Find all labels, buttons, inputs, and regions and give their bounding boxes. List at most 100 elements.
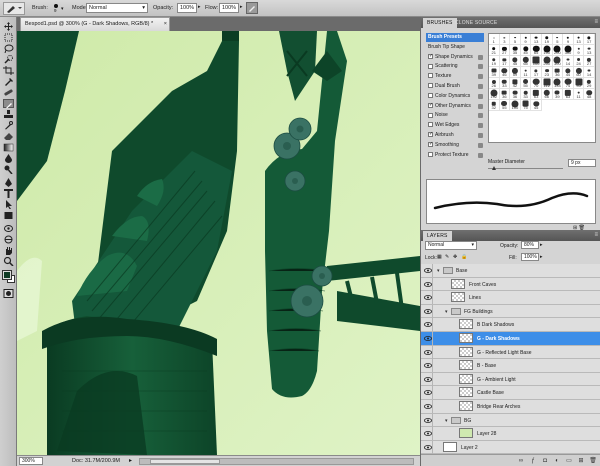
opacity-slider-arrow-icon[interactable]: ▸ — [198, 4, 201, 10]
mode-select[interactable]: Normal ▾ — [86, 3, 148, 13]
brush-setting-item[interactable]: Brush Presets — [426, 33, 484, 43]
zoom-tool[interactable] — [3, 257, 14, 266]
layer-group-row[interactable]: ▾ Base — [421, 264, 600, 278]
brush-preset-cell[interactable]: 17 — [584, 34, 595, 45]
brush-preset-cell[interactable]: 65 — [520, 56, 532, 67]
history-brush-tool[interactable] — [3, 121, 14, 130]
document-tab[interactable]: Bespod1.psd @ 300% (G - Dark Shadows, RG… — [20, 17, 170, 31]
panel-menu-icon[interactable]: ≡ — [594, 19, 598, 25]
pen-tool[interactable] — [3, 178, 14, 187]
brush-setting-item[interactable]: Brush Tip Shape — [426, 43, 484, 52]
new-layer-icon[interactable]: ⊞ — [577, 457, 585, 465]
brush-preset-cell[interactable]: 9 — [573, 45, 585, 56]
brush-preset-cell[interactable]: 3 — [499, 34, 511, 45]
brush-setting-item[interactable]: ✓ Shape Dynamics — [426, 53, 484, 62]
brush-preset-cell[interactable]: 44 — [563, 67, 574, 78]
blur-tool[interactable] — [3, 154, 14, 163]
lock-icon[interactable] — [478, 84, 483, 89]
layer-row[interactable]: Castle Base — [421, 386, 600, 400]
brush-preset-cell[interactable]: 11 — [573, 89, 585, 100]
hand-tool[interactable] — [3, 246, 14, 255]
brush-preset-cell[interactable]: 9 — [563, 34, 574, 45]
scrollbar-thumb[interactable] — [150, 459, 220, 464]
flow-field[interactable]: 100% — [219, 3, 239, 13]
layer-row[interactable]: Lines — [421, 291, 600, 305]
tab-layers[interactable]: LAYERS — [423, 231, 452, 241]
layer-group-row[interactable]: ▾ BG — [421, 413, 600, 428]
close-icon[interactable]: × — [164, 18, 167, 31]
brush-preset-cell[interactable]: 35 — [510, 45, 521, 56]
layer-style-icon[interactable]: ƒ — [529, 457, 537, 465]
layer-row[interactable]: Bridge Rear Arches — [421, 400, 600, 414]
brush-preset-cell[interactable]: 100 — [531, 56, 542, 67]
brush-preset-cell[interactable]: 17 — [531, 67, 542, 78]
layer-group-row[interactable]: ▾ FG Buildings — [421, 304, 600, 319]
brush-preset-cell[interactable]: 300 — [563, 45, 574, 56]
lock-icon[interactable] — [478, 103, 483, 109]
master-diameter-slider[interactable] — [488, 168, 563, 169]
visibility-toggle[interactable] — [423, 277, 433, 291]
checkbox[interactable] — [428, 92, 433, 98]
brush-preset-cell[interactable]: 112 — [542, 78, 553, 89]
brush-preset-cell[interactable]: 24 — [573, 56, 585, 67]
brush-preset-cell[interactable]: 100 — [542, 45, 553, 56]
foreground-color-swatch[interactable] — [2, 270, 12, 280]
path-selection-tool[interactable] — [3, 200, 14, 209]
brush-preset-cell[interactable]: 192 — [489, 89, 500, 100]
layer-row[interactable]: Front Caves — [421, 277, 600, 292]
3d-orbit-tool[interactable] — [3, 235, 14, 244]
brush-preset-cell[interactable]: 23 — [542, 67, 553, 78]
brush-preset-cell[interactable]: 5 — [510, 34, 521, 45]
crop-tool[interactable] — [3, 66, 14, 75]
brush-preset-cell[interactable]: 29 — [584, 78, 595, 89]
brush-preset-cell[interactable]: 13 — [573, 34, 585, 45]
layer-mask-icon[interactable]: ◘ — [541, 457, 549, 465]
brush-preset-cell[interactable]: 5 — [552, 34, 564, 45]
brush-preset-cell[interactable]: 45 — [520, 45, 532, 56]
checkbox[interactable] — [428, 151, 433, 157]
brush-preset-cell[interactable]: 36 — [499, 89, 511, 100]
zoom-field[interactable]: 300% — [19, 457, 43, 465]
checkbox[interactable] — [428, 112, 433, 118]
brush-preset-cell[interactable]: 42 — [510, 78, 521, 89]
brush-preset-cell[interactable]: 36 — [510, 89, 521, 100]
brush-preset-cell[interactable]: 46 — [499, 67, 511, 78]
brush-preset-cell[interactable]: 14 — [584, 67, 595, 78]
brush-preset-cell[interactable]: 45 — [531, 100, 542, 111]
horizontal-scrollbar[interactable] — [139, 458, 414, 465]
visibility-toggle[interactable] — [423, 413, 433, 427]
checkbox[interactable]: ✓ — [428, 102, 433, 108]
move-tool[interactable] — [3, 22, 14, 31]
lasso-tool[interactable] — [3, 44, 14, 53]
healing-brush-tool[interactable] — [3, 88, 14, 97]
layer-opacity-field[interactable]: 80% — [521, 241, 539, 249]
tool-preset-picker[interactable] — [3, 2, 25, 15]
lock-icon[interactable] — [478, 54, 483, 60]
brush-preset-cell[interactable]: 27 — [499, 45, 511, 56]
lock-position-icon[interactable]: ✥ — [453, 254, 457, 260]
brush-preset-cell[interactable]: 19 — [489, 56, 500, 67]
brush-preset-cell[interactable]: 39 — [489, 67, 500, 78]
expand-triangle-icon[interactable]: ▾ — [437, 268, 440, 274]
lock-pixels-icon[interactable]: ✎ — [445, 254, 449, 260]
brush-preset-cell[interactable]: 200 — [552, 45, 564, 56]
brush-preset-cell[interactable]: 200 — [542, 56, 553, 67]
brush-picker[interactable]: 9 ▾ — [50, 3, 66, 14]
visibility-toggle[interactable] — [423, 304, 433, 318]
brush-preset-cell[interactable]: 100 — [510, 100, 521, 111]
tab-clone-source[interactable]: CLONE SOURCE — [451, 18, 501, 28]
brush-setting-item[interactable]: ✓ Smoothing — [426, 141, 484, 150]
brush-preset-cell[interactable]: 55 — [499, 100, 511, 111]
brush-preset-cell[interactable]: 21 — [489, 45, 500, 56]
checkbox[interactable] — [428, 83, 433, 89]
brush-preset-cell[interactable]: 19 — [542, 34, 553, 45]
lock-icon[interactable] — [478, 64, 483, 70]
visibility-toggle[interactable] — [423, 386, 433, 400]
lock-icon[interactable] — [478, 142, 483, 148]
3d-rotate-tool[interactable] — [3, 224, 14, 233]
brush-preset-cell[interactable]: 75 — [520, 100, 532, 111]
lock-transparency-icon[interactable]: ▦ — [437, 254, 442, 260]
brush-preset-cell[interactable]: 300 — [552, 56, 564, 67]
visibility-toggle[interactable] — [423, 400, 433, 413]
brush-setting-item[interactable]: Protect Texture — [426, 151, 484, 160]
